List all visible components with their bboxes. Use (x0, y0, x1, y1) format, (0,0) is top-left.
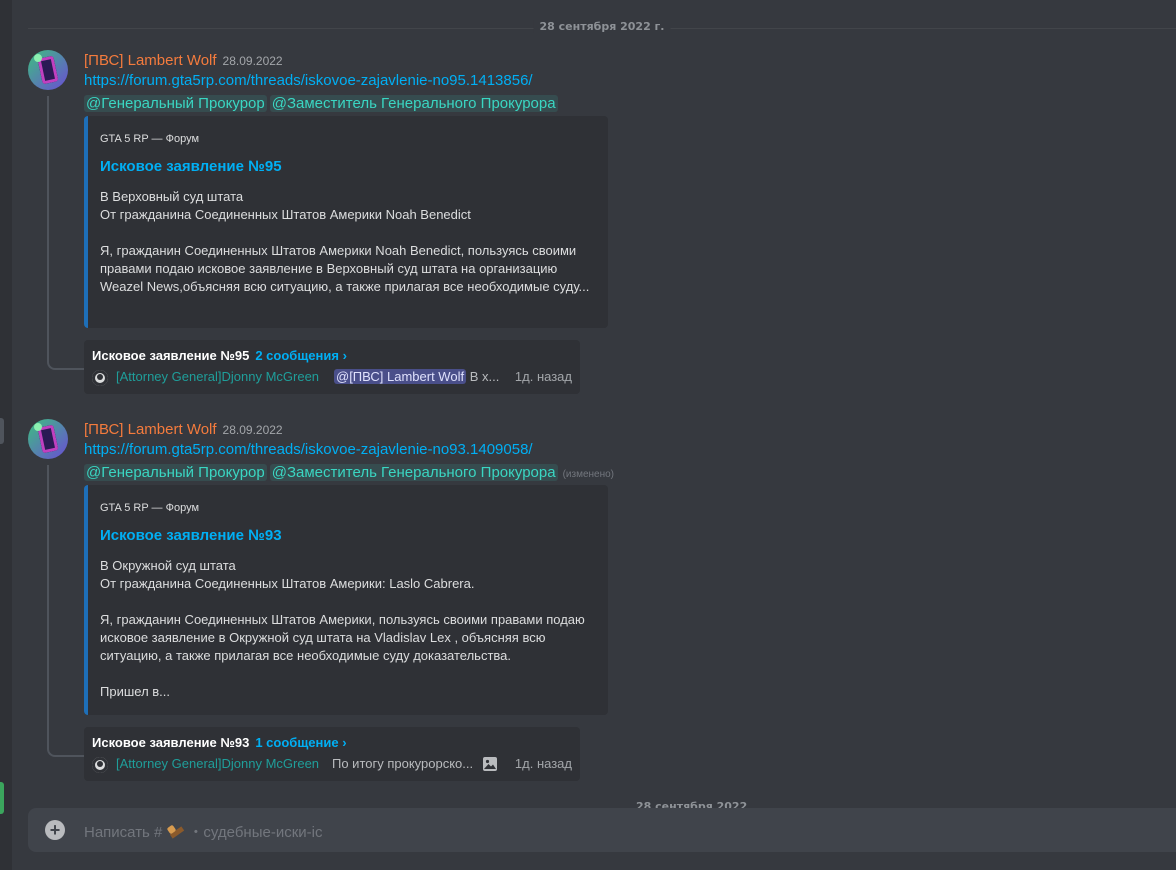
hammer-emoji-icon (168, 824, 184, 840)
message-link[interactable]: https://forum.gta5rp.com/threads/iskovoe… (84, 441, 533, 458)
embed-description: В Окружной суд штата От гражданина Соеди… (100, 558, 585, 699)
thread-author: [Attorney General]Djonny McGreen (116, 756, 320, 771)
thread-card[interactable]: Исковое заявление №95 2 сообщения › [Atto… (84, 340, 580, 394)
composer-prefix: Написать # (84, 824, 163, 841)
avatar[interactable] (28, 50, 68, 90)
embed-provider[interactable]: GTA 5 RP — Форум (100, 502, 199, 514)
thread-title: Исковое заявление №93 1 сообщение › (92, 735, 347, 750)
embed-description: В Верховный суд штата От гражданина Соед… (100, 189, 590, 294)
mention-general-prosecutor[interactable]: @Генеральный Прокурор (84, 464, 267, 481)
thread-connector (47, 465, 85, 757)
thread-card[interactable]: Исковое заявление №93 1 сообщение › [Atto… (84, 727, 580, 781)
composer-channel: ・судебные-иски-ic (188, 824, 323, 841)
mention-deputy-prosecutor[interactable]: @Заместитель Генерального Прокурора (269, 464, 558, 481)
avatar (92, 370, 108, 386)
message-header: [ПВС] Lambert Wolf 28.09.2022 (84, 50, 283, 69)
thread-time: 1д. назад (514, 756, 572, 771)
mentions-line: @Генеральный Прокурор @Заместитель Генера… (84, 464, 614, 481)
thread-name: Исковое заявление №95 (92, 348, 250, 363)
embed-title[interactable]: Исковое заявление №95 (100, 158, 282, 175)
thread-time: 1д. назад (514, 369, 572, 384)
thread-name: Исковое заявление №93 (92, 735, 250, 750)
date-divider: 28 сентября 2022 г. (28, 20, 1176, 33)
thread-last-message: [Attorney General]Djonny McGreen @[ПВС] … (92, 369, 572, 387)
thread-message-count[interactable]: 2 сообщения › (255, 348, 347, 363)
edited-marker: (изменено) (562, 469, 614, 480)
composer-placeholder[interactable]: Написать # ・судебные-иски-ic (84, 821, 322, 842)
thread-preview: @[ПВС] Lambert Wolf В х... (334, 369, 499, 384)
mention-deputy-prosecutor[interactable]: @Заместитель Генерального Прокурора (269, 95, 558, 112)
link-embed: GTA 5 RP — Форум Исковое заявление №95 В… (84, 116, 608, 328)
thread-preview-text: По итогу прокурорско... (332, 756, 474, 771)
image-icon (482, 756, 498, 776)
thread-title: Исковое заявление №95 2 сообщения › (92, 348, 347, 363)
username[interactable]: [ПВС] Lambert Wolf (84, 421, 217, 438)
date-divider-label: 28 сентября 2022 г. (533, 20, 671, 33)
link-embed: GTA 5 RP — Форум Исковое заявление №93 В… (84, 485, 608, 715)
embed-title[interactable]: Исковое заявление №93 (100, 527, 282, 544)
sidebar-indicator (0, 418, 4, 444)
server-sidebar-strip (0, 0, 12, 870)
timestamp: 28.09.2022 (222, 54, 283, 68)
message-link[interactable]: https://forum.gta5rp.com/threads/iskovoe… (84, 72, 533, 89)
mentions-line: @Генеральный Прокурор @Заместитель Генера… (84, 95, 561, 112)
avatar (92, 757, 108, 773)
timestamp: 28.09.2022 (222, 423, 283, 437)
plus-circle-icon[interactable]: + (45, 820, 65, 840)
mention-general-prosecutor[interactable]: @Генеральный Прокурор (84, 95, 267, 112)
thread-author: [Attorney General]Djonny McGreen (116, 369, 320, 384)
username[interactable]: [ПВС] Lambert Wolf (84, 52, 217, 69)
message-composer[interactable]: + Написать # ・судебные-иски-ic (28, 808, 1176, 852)
avatar[interactable] (28, 419, 68, 459)
sidebar-green-indicator (0, 782, 4, 814)
thread-last-message: [Attorney General]Djonny McGreen По итог… (92, 756, 572, 774)
embed-provider[interactable]: GTA 5 RP — Форум (100, 133, 199, 145)
message-header: [ПВС] Lambert Wolf 28.09.2022 (84, 419, 283, 438)
thread-preview-text: В х... (466, 369, 500, 384)
thread-connector (47, 96, 85, 370)
thread-mention: @[ПВС] Lambert Wolf (334, 369, 467, 384)
thread-message-count[interactable]: 1 сообщение › (255, 735, 346, 750)
